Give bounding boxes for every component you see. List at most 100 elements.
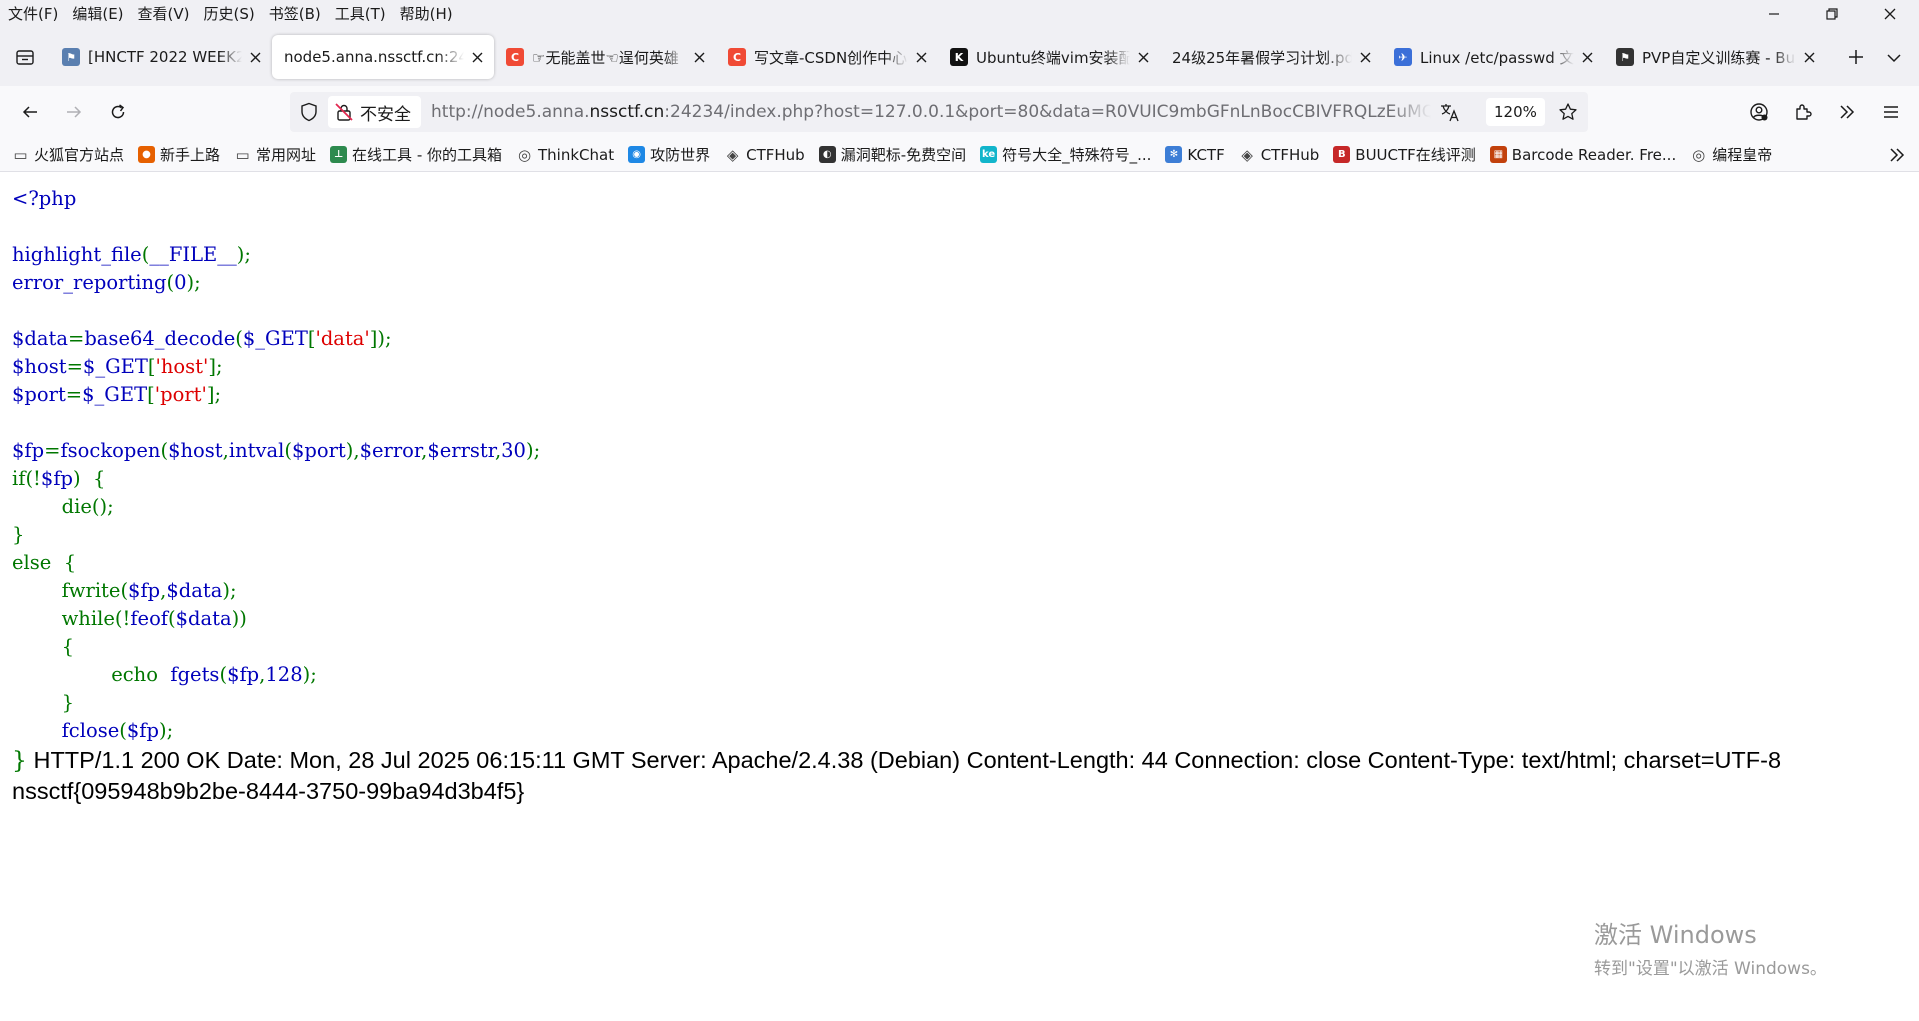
tab-list-button[interactable] — [0, 28, 50, 86]
buu-icon: B — [1333, 146, 1351, 163]
menu-view[interactable]: 查看(V) — [131, 0, 197, 28]
back-button[interactable] — [10, 92, 50, 132]
code-token: fclose — [61, 719, 120, 742]
bookmark-item[interactable]: ◈ CTFHub — [724, 146, 805, 164]
code-token: 'port' — [154, 383, 207, 406]
navigation-bar: 不安全 http://node5.anna.nssctf.cn:24234/in… — [0, 86, 1919, 138]
star-icon — [1559, 103, 1577, 120]
url-bar[interactable]: 不安全 http://node5.anna.nssctf.cn:24234/in… — [290, 92, 1588, 132]
bookmark-item[interactable]: ▭ 常用网址 — [234, 144, 316, 165]
hamburger-menu-icon — [1884, 106, 1898, 118]
code-token: die — [61, 495, 92, 518]
connection-insecure-badge[interactable]: 不安全 — [328, 96, 421, 128]
code-token: 128 — [265, 663, 303, 686]
more-tools-button[interactable] — [1825, 92, 1869, 132]
bookmark-item[interactable]: ● 新手上路 — [138, 144, 220, 165]
code-token: $data — [12, 327, 68, 350]
snowflake-icon: ✻ — [1165, 146, 1183, 163]
bookmark-item[interactable]: ◎ ThinkChat — [516, 146, 614, 164]
close-tab-icon[interactable] — [1800, 48, 1818, 66]
code-token: intval — [228, 439, 285, 462]
translate-button[interactable] — [1438, 100, 1462, 124]
tab-4[interactable]: K Ubuntu终端vim安装配置 — [938, 35, 1160, 79]
bookmark-item[interactable]: ke 符号大全_特殊符号_... — [980, 144, 1151, 165]
close-tab-icon[interactable] — [912, 48, 930, 66]
tracking-protection-shield[interactable] — [290, 92, 328, 132]
code-token: $fp — [227, 663, 260, 686]
menu-tools[interactable]: 工具(T) — [328, 0, 393, 28]
bookmarks-overflow-button[interactable] — [1887, 145, 1907, 165]
code-token: highlight_file — [12, 243, 142, 266]
minimize-button[interactable] — [1745, 0, 1803, 28]
url-text[interactable]: http://node5.anna.nssctf.cn:24234/index.… — [431, 102, 1431, 122]
tab-1[interactable]: node5.anna.nssctf.cn:24234 — [272, 35, 494, 79]
bookmark-item[interactable]: ◈ CTFHub — [1239, 146, 1319, 164]
plus-icon — [1849, 50, 1863, 64]
code-token: error_reporting — [12, 271, 167, 294]
insecure-label: 不安全 — [360, 104, 411, 125]
tab-overflow-button[interactable] — [1879, 43, 1909, 73]
menu-edit[interactable]: 编辑(E) — [65, 0, 130, 28]
bookmark-star-button[interactable] — [1556, 100, 1580, 124]
tab-0[interactable]: ⚑ [HNCTF 2022 WEEK2 — [50, 35, 272, 79]
bookmark-item[interactable]: ▦ Barcode Reader. Fre... — [1489, 146, 1676, 164]
bookmark-item[interactable]: ◎ 编程皇帝 — [1690, 144, 1772, 165]
bookmark-item[interactable]: ◐ 漏洞靶标-免费空间 — [818, 144, 966, 165]
forward-button[interactable] — [54, 92, 94, 132]
close-tab-icon[interactable] — [1356, 48, 1374, 66]
code-token: $_GET — [242, 327, 308, 350]
code-token: = — [65, 383, 83, 406]
restore-button[interactable] — [1803, 0, 1861, 28]
tab-6[interactable]: ✈ Linux /etc/passwd 文件 — [1382, 35, 1604, 79]
code-token: ( — [160, 439, 169, 462]
code-token: $fp — [126, 719, 159, 742]
close-window-button[interactable] — [1861, 0, 1919, 28]
close-tab-icon[interactable] — [690, 48, 708, 66]
bookmark-item[interactable]: ▭ 火狐官方站点 — [12, 144, 124, 165]
code-token: 30 — [501, 439, 526, 462]
close-tab-icon[interactable] — [468, 48, 486, 66]
account-button[interactable] — [1737, 92, 1781, 132]
code-token: ( — [166, 271, 175, 294]
code-token: [ — [147, 383, 155, 406]
menu-history[interactable]: 历史(S) — [197, 0, 262, 28]
url-host: nssctf.cn — [589, 102, 665, 122]
code-token: $port — [291, 439, 346, 462]
bookmark-item[interactable]: ✻ KCTF — [1165, 146, 1225, 164]
new-tab-button[interactable] — [1834, 35, 1878, 79]
bookmark-item[interactable]: B BUUCTF在线评测 — [1333, 144, 1476, 165]
code-token: ]); — [369, 327, 392, 350]
bookmark-label: ThinkChat — [538, 145, 615, 164]
bookmark-item[interactable]: ◉ 攻防世界 — [628, 144, 710, 165]
code-token: feof — [130, 607, 169, 630]
code-token: ); — [236, 243, 251, 266]
tab-3[interactable]: C 写文章-CSDN创作中心 — [716, 35, 938, 79]
bookmark-label: 符号大全_特殊符号_... — [1002, 146, 1152, 164]
code-token: if(! — [12, 467, 41, 490]
csdn-icon: C — [728, 48, 746, 66]
tab-7[interactable]: ⚑ PVP自定义训练赛 - BugKu — [1604, 35, 1826, 79]
menu-help[interactable]: 帮助(H) — [393, 0, 460, 28]
menu-bookmarks[interactable]: 书签(B) — [262, 0, 328, 28]
menu-file[interactable]: 文件(F) — [0, 0, 65, 28]
url-prefix: http://node5.anna. — [431, 102, 590, 122]
code-token: ( — [219, 663, 228, 686]
zoom-level-button[interactable]: 120% — [1486, 98, 1545, 126]
code-token: [ — [147, 355, 156, 378]
translate-icon — [1441, 104, 1459, 122]
php-source-code: <?php highlight_file (__FILE__); error_re… — [12, 185, 540, 745]
close-tab-icon[interactable] — [1134, 48, 1152, 66]
code-token: )) — [231, 607, 247, 630]
close-tab-icon[interactable] — [246, 48, 264, 66]
bookmark-label: BUUCTF在线评测 — [1355, 146, 1476, 164]
extensions-button[interactable] — [1781, 92, 1825, 132]
close-tab-icon[interactable] — [1578, 48, 1596, 66]
reload-button[interactable] — [98, 92, 138, 132]
app-menu-button[interactable] — [1869, 92, 1913, 132]
tab-5[interactable]: 24级25年暑假学习计划.pdf — [1160, 35, 1382, 79]
tab-2[interactable]: C ☞无能盖世☜逞何英雄 — [494, 35, 716, 79]
bookmark-item[interactable]: ⊥ 在线工具 - 你的工具箱 — [330, 144, 502, 165]
code-token: else { — [12, 551, 77, 574]
cube-icon: ◈ — [726, 145, 739, 164]
code-token: $fp — [40, 467, 74, 490]
